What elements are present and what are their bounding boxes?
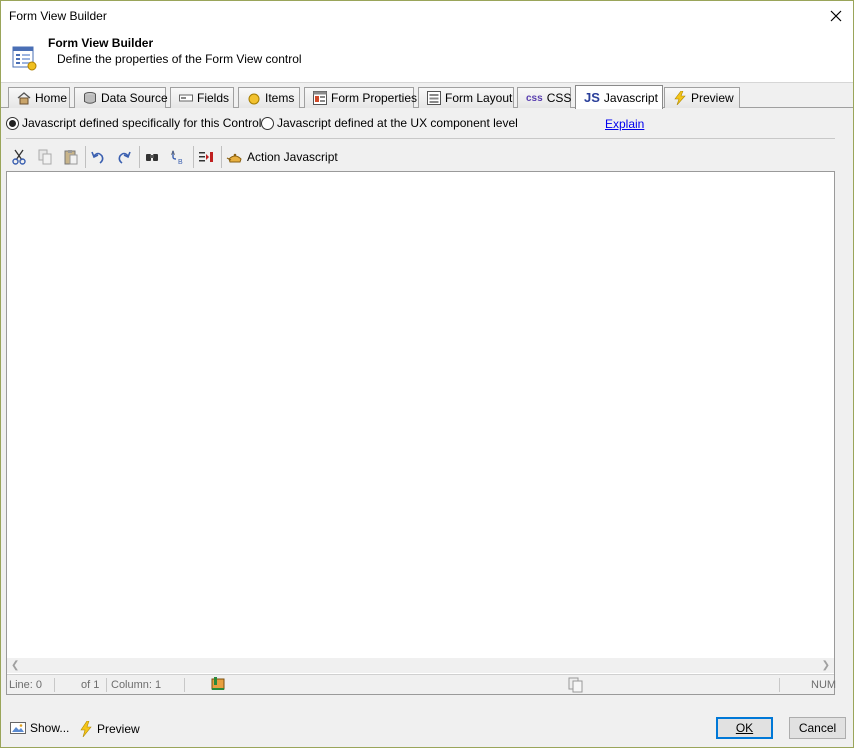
tab-form-layout[interactable]: Form Layout — [418, 87, 514, 108]
action-javascript-icon — [226, 153, 242, 163]
show-icon — [10, 722, 26, 734]
form-layout-icon — [427, 91, 441, 105]
form-properties-icon — [313, 91, 327, 105]
javascript-editor[interactable]: ❮ ❯ Line: 0 of 1 Column: 1 NUM — [6, 171, 837, 696]
status-separator — [54, 678, 55, 692]
radio-button[interactable] — [261, 116, 274, 130]
paste-icon — [64, 150, 78, 165]
editor-toolbar: BA Action Javascript — [6, 144, 835, 170]
tab-label: Data Source — [101, 91, 168, 105]
radio-control-scope[interactable]: Javascript defined specifically for this… — [6, 116, 261, 130]
title-bar: Form View Builder — [1, 1, 853, 32]
tab-css[interactable]: css CSS — [517, 87, 571, 108]
js-icon: JS — [584, 90, 600, 105]
explain-link[interactable]: Explain — [605, 117, 644, 131]
tab-strip: Home Data Source Fields Items Form Prope… — [1, 85, 853, 109]
header-title: Form View Builder — [48, 36, 154, 50]
status-separator — [184, 678, 185, 692]
toolbar-separator — [85, 146, 86, 168]
tab-label: Items — [265, 91, 295, 105]
tab-data-source[interactable]: Data Source — [74, 87, 168, 108]
javascript-scope-options: Javascript defined specifically for this… — [1, 113, 853, 135]
tab-fields[interactable]: Fields — [170, 87, 234, 108]
ok-label: OK — [735, 721, 754, 735]
find-icon — [146, 154, 158, 161]
show-label: Show... — [30, 721, 70, 735]
scroll-right-icon[interactable]: ❯ — [822, 660, 830, 671]
copy-button[interactable] — [34, 146, 56, 168]
toolbar-separator — [193, 146, 194, 168]
indent-button[interactable] — [195, 146, 217, 168]
toolbar-separator — [139, 146, 140, 168]
status-column: Column: 1 — [111, 679, 162, 691]
database-icon — [83, 91, 97, 105]
tab-items[interactable]: Items — [238, 87, 300, 108]
close-button[interactable] — [819, 1, 853, 31]
divider — [6, 138, 835, 139]
copy-icon — [38, 149, 52, 165]
status-num: NUM — [811, 679, 837, 691]
replace-icon: BA — [171, 151, 183, 165]
tab-label: Preview — [691, 91, 734, 105]
radio-component-scope[interactable]: Javascript defined at the UX component l… — [261, 116, 518, 130]
header-panel: Form View Builder Define the properties … — [1, 32, 853, 83]
editor-content[interactable] — [11, 176, 830, 646]
status-separator — [106, 678, 107, 692]
tab-home[interactable]: Home — [8, 87, 70, 108]
tab-form-properties[interactable]: Form Properties — [304, 87, 418, 108]
action-javascript-label: Action Javascript — [247, 150, 338, 164]
radio-label: Javascript defined at the UX component l… — [277, 116, 518, 130]
paste-button[interactable] — [60, 146, 82, 168]
form-view-builder-window: Form View Builder Form View Builder Defi… — [0, 0, 854, 748]
tab-label: Home — [35, 91, 68, 105]
radio-button-selected[interactable] — [6, 116, 19, 130]
cut-button[interactable] — [8, 146, 30, 168]
css-icon: css — [526, 92, 543, 104]
scroll-left-icon[interactable]: ❮ — [11, 660, 19, 671]
radio-label: Javascript defined specifically for this… — [22, 116, 262, 130]
editor-status-bar: Line: 0 of 1 Column: 1 NUM — [7, 674, 837, 696]
lightning-icon — [673, 91, 687, 105]
ok-button[interactable]: OK — [716, 717, 773, 739]
svg-text:B: B — [178, 159, 183, 165]
bookmark-icon[interactable] — [211, 677, 225, 694]
status-line: Line: 0 — [9, 679, 43, 691]
cancel-label: Cancel — [798, 721, 837, 735]
cut-icon — [12, 149, 26, 165]
indent-icon — [199, 152, 213, 162]
replace-button[interactable]: BA — [167, 146, 189, 168]
show-button[interactable]: Show... — [10, 721, 69, 735]
window-title: Form View Builder — [9, 9, 107, 23]
undo-icon — [91, 151, 104, 164]
status-line-count: of 1 — [81, 679, 100, 691]
tab-label: Fields — [197, 91, 230, 105]
find-button[interactable] — [141, 146, 163, 168]
redo-button[interactable] — [113, 146, 135, 168]
redo-icon — [118, 151, 131, 164]
action-javascript-button[interactable]: Action Javascript — [226, 147, 338, 167]
items-icon — [247, 91, 261, 105]
fields-icon — [179, 91, 193, 105]
horizontal-scrollbar[interactable]: ❮ ❯ — [7, 658, 834, 673]
status-separator — [779, 678, 780, 692]
undo-button[interactable] — [87, 146, 109, 168]
tab-javascript[interactable]: JS Javascript — [575, 85, 663, 109]
header-description: Define the properties of the Form View c… — [57, 52, 302, 66]
tab-label: Form Properties — [331, 91, 418, 105]
tab-label: Form Layout — [445, 91, 513, 105]
preview-button[interactable]: Preview — [79, 721, 140, 737]
tab-label: CSS — [546, 91, 572, 105]
form-view-icon — [12, 46, 37, 71]
close-icon — [830, 10, 842, 22]
document-icon — [568, 677, 584, 696]
preview-label: Preview — [97, 722, 140, 736]
svg-text:A: A — [171, 151, 175, 157]
tab-label: Javascript — [603, 90, 658, 105]
lightning-icon — [80, 721, 92, 737]
tab-preview[interactable]: Preview — [664, 87, 740, 108]
home-icon — [17, 91, 31, 105]
toolbar-separator — [221, 146, 222, 168]
cancel-button[interactable]: Cancel — [789, 717, 846, 739]
